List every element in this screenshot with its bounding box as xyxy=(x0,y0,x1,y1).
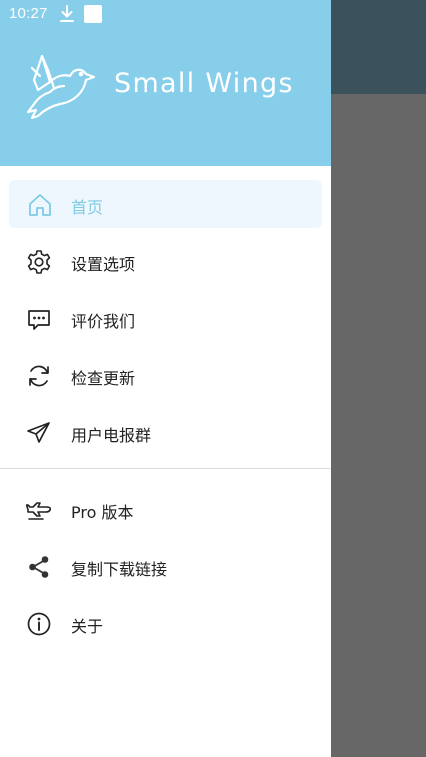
menu-item-check-update[interactable]: 检查更新 xyxy=(0,347,331,399)
telegram-icon xyxy=(27,422,50,443)
menu-item-rate-us[interactable]: 评价我们 xyxy=(0,290,331,342)
menu-divider xyxy=(0,468,331,469)
drawer-header: 10:27 Small Wings xyxy=(0,0,331,166)
app-name: Small Wings xyxy=(114,68,294,99)
share-icon xyxy=(29,556,49,578)
menu-label-about: 关于 xyxy=(71,617,104,636)
gear-icon xyxy=(27,250,51,274)
dove-icon xyxy=(26,54,96,120)
refresh-icon xyxy=(29,365,49,387)
download-icon xyxy=(60,5,74,22)
menu-label-home: 首页 xyxy=(71,198,104,217)
menu-label-pro-version: Pro 版本 xyxy=(71,503,134,522)
menu-label-rate-us: 评价我们 xyxy=(71,312,136,331)
active-highlight xyxy=(9,180,322,228)
info-icon xyxy=(27,612,51,636)
menu-label-settings: 设置选项 xyxy=(71,255,136,274)
menu-item-telegram-group[interactable]: 用户电报群 xyxy=(0,404,331,456)
menu-label-telegram-group: 用户电报群 xyxy=(71,426,152,445)
status-bar: 10:27 xyxy=(0,0,331,30)
menu-item-copy-link[interactable]: 复制下载链接 xyxy=(0,538,331,590)
menu-item-about[interactable]: 关于 xyxy=(0,595,331,647)
menu-item-settings[interactable]: 设置选项 xyxy=(0,233,331,285)
home-icon xyxy=(29,194,51,216)
notification-square-icon xyxy=(84,5,102,23)
menu-label-check-update: 检查更新 xyxy=(71,369,136,388)
menu-item-home[interactable]: 首页 xyxy=(0,176,331,228)
status-time: 10:27 xyxy=(9,5,48,22)
menu-label-copy-link: 复制下载链接 xyxy=(71,560,168,579)
menu-item-pro-version[interactable]: Pro 版本 xyxy=(0,481,331,533)
chat-bubble-icon xyxy=(28,310,50,330)
airplane-icon xyxy=(26,502,52,520)
navigation-drawer: 10:27 Small Wings 首页 设置选项 评价我们 检查更新 用户电报… xyxy=(0,0,331,757)
